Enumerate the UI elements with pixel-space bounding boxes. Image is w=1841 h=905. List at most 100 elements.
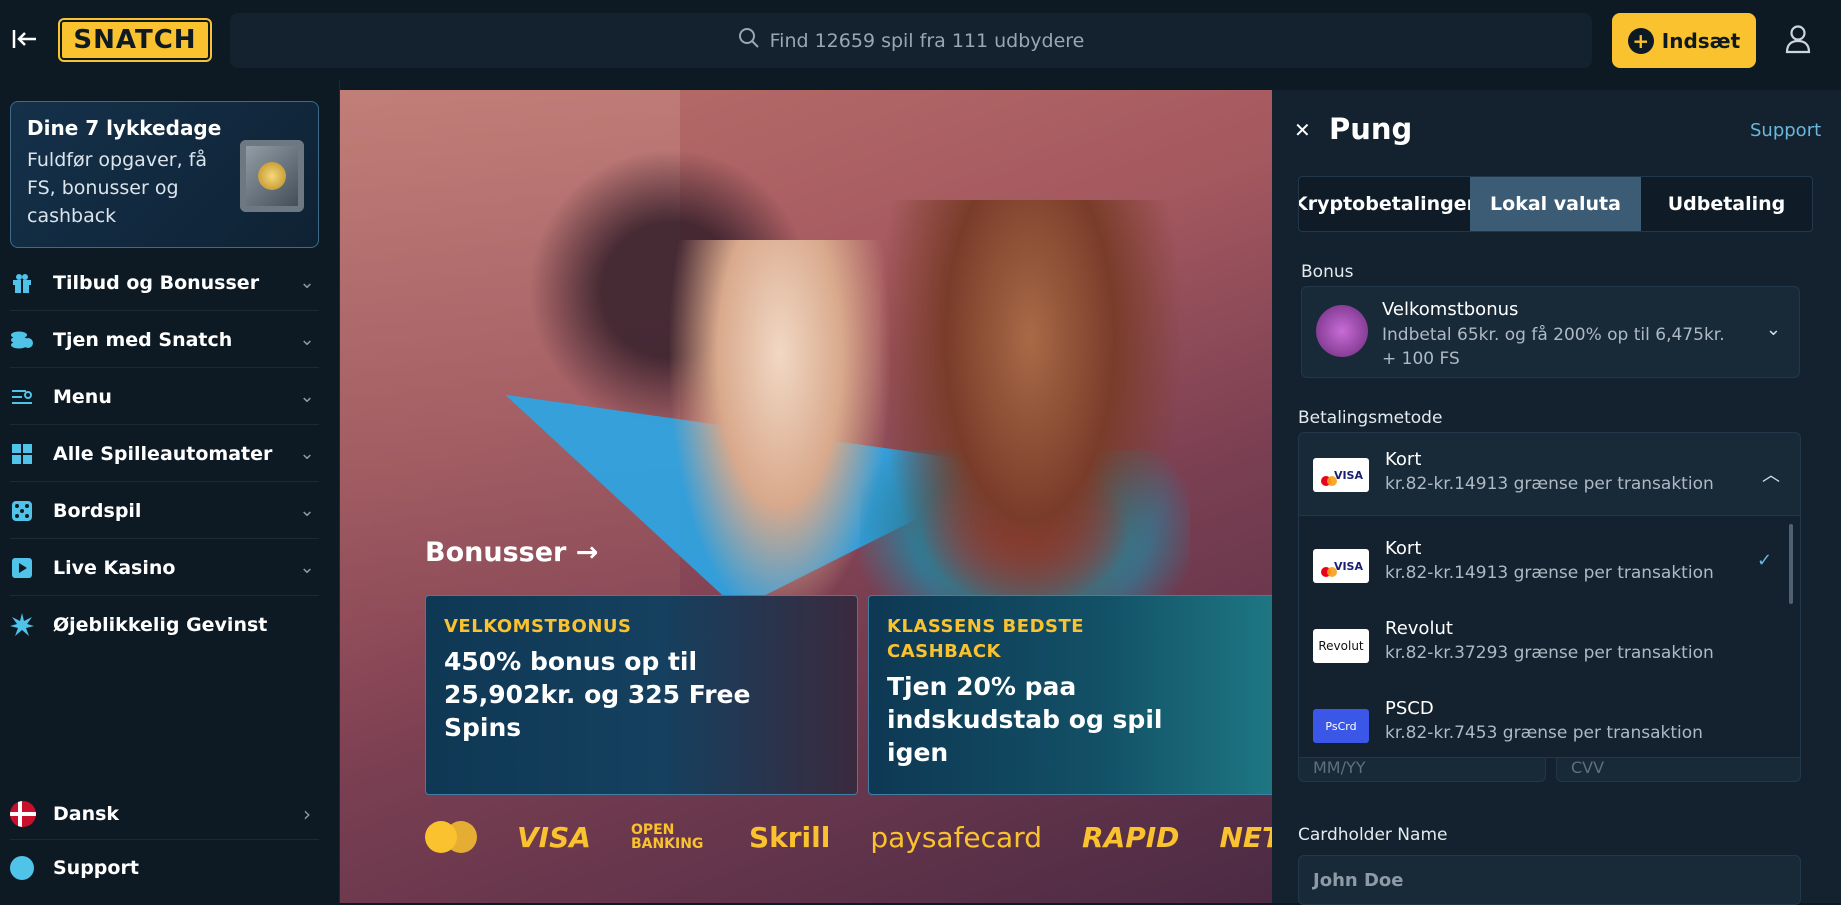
cardholder-name-input[interactable]: John Doe [1298, 855, 1801, 905]
neteller-logo: NET [1219, 820, 1272, 854]
selected-method-name: Kort [1385, 449, 1422, 470]
search-placeholder: Find 12659 spil fra 111 udbydere [769, 29, 1085, 52]
tab-crypto[interactable]: Kryptobetalinger [1299, 177, 1470, 231]
sidebar-item-label: Øjeblikkelig Gevinst [53, 614, 268, 636]
user-icon[interactable] [1784, 24, 1814, 56]
rapid-logo: RAPID [1082, 820, 1180, 854]
sidebar: Dine 7 lykkedage Fuldfør opgaver, få FS,… [0, 80, 340, 903]
menu-icon [10, 385, 34, 409]
method-name: PSCD [1385, 698, 1434, 719]
pscd-logo: PsCrd [1313, 709, 1369, 743]
dice-icon [10, 499, 34, 523]
method-limit: kr.82-kr.7453 grænse per transaktion [1385, 723, 1703, 743]
chat-bubble-icon [10, 856, 34, 880]
method-name: Revolut [1385, 618, 1453, 639]
safe-icon [240, 140, 304, 212]
chevron-down-icon: ⌄ [299, 272, 315, 293]
gift-box-icon [1316, 305, 1368, 357]
card-expiry-cvv-row: MM/YY CVV [1298, 758, 1801, 782]
chevron-down-icon: ⌄ [299, 329, 315, 350]
visa-logo: VISA [517, 820, 591, 854]
search-icon [738, 27, 760, 54]
tab-local-currency[interactable]: Lokal valuta [1470, 177, 1641, 231]
sidebar-item-table-games[interactable]: Bordspil ⌄ [10, 483, 319, 539]
welcome-bonus-card[interactable]: VELKOMSTBONUS 450% bonus op til 25,902kr… [425, 595, 858, 795]
support-label: Support [53, 857, 139, 879]
bonus-text: Indbetal 65kr. og få 200% op til 6,475kr… [1382, 325, 1725, 369]
chevron-down-icon: ⌄ [299, 557, 315, 578]
top-bar: SNATCH Find 12659 spil fra 111 udbydere … [0, 0, 1841, 80]
play-icon [10, 556, 34, 580]
payment-method-select[interactable]: VISA Kort kr.82-kr.14913 grænse per tran… [1298, 432, 1801, 516]
language-label: Dansk [53, 802, 120, 825]
visa-card-icon: VISA [1313, 458, 1369, 492]
expiry-input[interactable]: MM/YY [1298, 758, 1546, 782]
payment-method-dropdown: VISA Kort kr.82-kr.14913 grænse per tran… [1298, 516, 1801, 758]
sidebar-item-slots[interactable]: Alle Spilleautomater ⌄ [10, 426, 319, 482]
deposit-label: Indsæt [1661, 28, 1741, 53]
chevron-down-icon: ⌄ [299, 443, 315, 464]
sidebar-item-label: Tjen med Snatch [53, 328, 233, 351]
sidebar-item-offers[interactable]: Tilbud og Bonusser ⌄ [10, 255, 319, 311]
woman-character-illustration [670, 240, 890, 620]
promo-title: Dine 7 lykkedage [27, 116, 222, 140]
visa-card-icon: VISA [1313, 549, 1369, 583]
support-link[interactable]: Support [10, 842, 319, 894]
wallet-support-link[interactable]: Support [1750, 120, 1821, 141]
arrow-right-icon: → [575, 537, 599, 568]
sidebar-item-instant-win[interactable]: Øjeblikkelig Gevinst [10, 597, 319, 653]
wallet-tabs: Kryptobetalinger Lokal valuta Udbetaling [1298, 176, 1813, 232]
payment-method-label: Betalingsmetode [1298, 408, 1443, 428]
bonus-label: Bonus [1301, 262, 1354, 282]
man-character-illustration [880, 200, 1180, 660]
payment-logos: VISA OPEN BANKING Skrill paysafecard RAP… [425, 820, 1272, 854]
language-selector[interactable]: Dansk › [10, 788, 319, 840]
wallet-title: Pung [1329, 112, 1413, 146]
revolut-logo: Revolut [1313, 629, 1369, 663]
cashback-card[interactable]: KLASSENS BEDSTE CASHBACK Tjen 20% paa in… [868, 595, 1272, 795]
mastercard-logo-icon [425, 820, 477, 854]
bonus-select[interactable]: Velkomstbonus Indbetal 65kr. og få 200% … [1301, 286, 1800, 378]
sidebar-item-menu[interactable]: Menu ⌄ [10, 369, 319, 425]
grid-icon [10, 442, 34, 466]
coins-icon [10, 328, 34, 352]
wallet-panel: ✕ Pung Support Kryptobetalinger Lokal va… [1272, 90, 1841, 905]
method-option-revolut[interactable]: Revolut Revolut kr.82-kr.37293 grænse pe… [1299, 606, 1800, 686]
chevron-down-icon: ⌄ [1765, 319, 1781, 340]
search-input[interactable]: Find 12659 spil fra 111 udbydere [230, 13, 1592, 68]
burst-icon [10, 613, 34, 637]
plus-icon: + [1627, 27, 1654, 54]
sidebar-item-live-casino[interactable]: Live Kasino ⌄ [10, 540, 319, 596]
close-icon[interactable]: ✕ [1294, 118, 1311, 142]
method-limit: kr.82-kr.37293 grænse per transaktion [1385, 643, 1714, 663]
chevron-right-icon: › [303, 801, 311, 826]
method-limit: kr.82-kr.14913 grænse per transaktion [1385, 563, 1714, 583]
method-option-card[interactable]: VISA Kort kr.82-kr.14913 grænse per tran… [1299, 526, 1800, 606]
method-option-pscd[interactable]: PsCrd PSCD kr.82-kr.7453 grænse per tran… [1299, 686, 1800, 757]
card-text: 450% bonus op til 25,902kr. og 325 Free … [444, 647, 751, 742]
sidebar-item-label: Live Kasino [53, 556, 176, 579]
cvv-input[interactable]: CVV [1556, 758, 1801, 782]
sidebar-item-earn[interactable]: Tjen med Snatch ⌄ [10, 312, 319, 368]
paysafecard-logo: paysafecard [870, 820, 1043, 854]
sidebar-item-label: Alle Spilleautomater [53, 442, 273, 465]
bonusser-link[interactable]: Bonusser → [425, 537, 598, 568]
deposit-button[interactable]: + Indsæt [1612, 13, 1756, 68]
checkmark-icon: ✓ [1757, 550, 1773, 571]
promo-text: Fuldfør opgaver, få FS, bonusser og cash… [27, 149, 207, 227]
chevron-up-icon: ︿ [1762, 465, 1780, 486]
sidebar-item-label: Menu [53, 385, 112, 408]
cardholder-label: Cardholder Name [1298, 825, 1448, 845]
sidebar-item-label: Tilbud og Bonusser [53, 271, 260, 294]
lucky-days-promo[interactable]: Dine 7 lykkedage Fuldfør opgaver, få FS,… [10, 101, 319, 248]
skrill-logo: Skrill [748, 820, 831, 854]
snatch-logo[interactable]: SNATCH [60, 20, 210, 60]
method-name: Kort [1385, 538, 1422, 559]
tab-withdrawal[interactable]: Udbetaling [1641, 177, 1812, 231]
card-tag: KLASSENS BEDSTE CASHBACK [887, 616, 1085, 662]
chevron-down-icon: ⌄ [299, 500, 315, 521]
collapse-sidebar-icon[interactable] [10, 24, 40, 54]
sidebar-item-label: Bordspil [53, 499, 142, 522]
gift-icon [10, 271, 34, 295]
dropdown-scrollbar[interactable] [1789, 524, 1793, 604]
